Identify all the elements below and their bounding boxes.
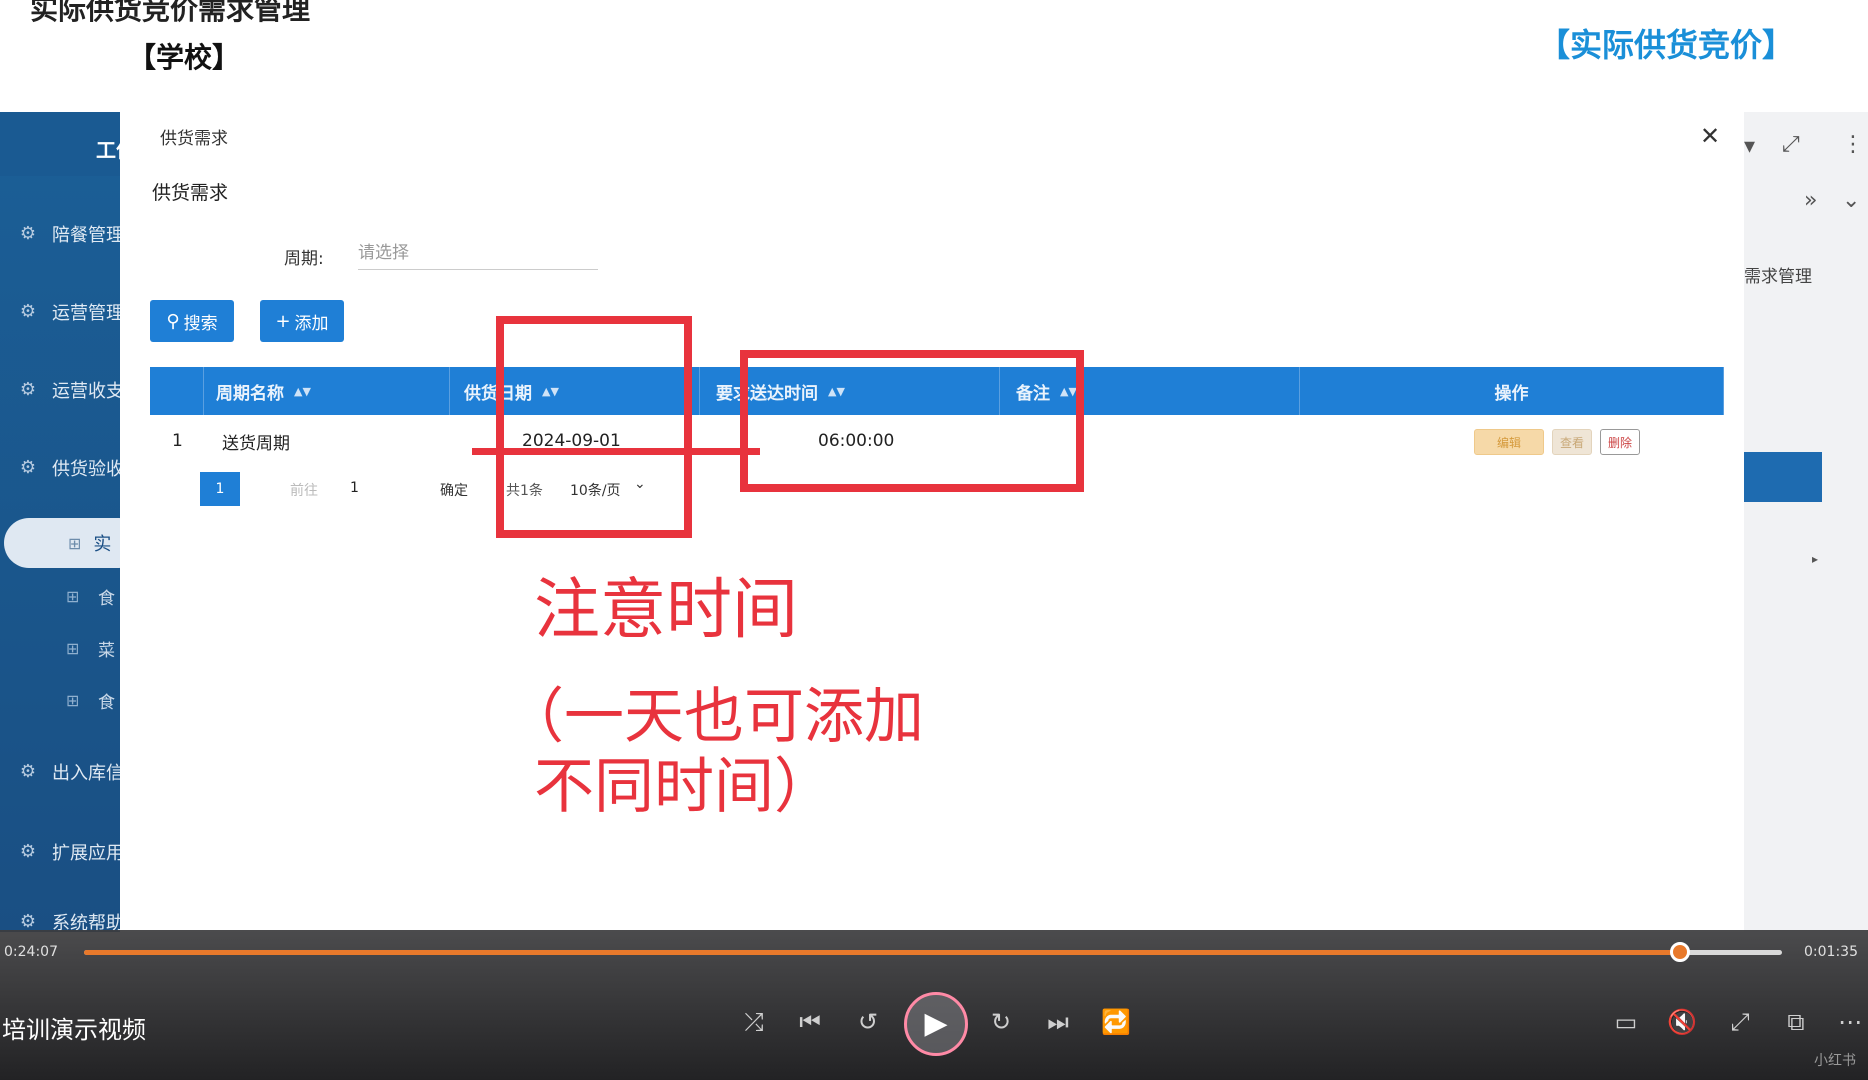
background-right-panel: ▾ ⤢ ⋮ » ⌄ 需求管理 ▸ — [1744, 112, 1868, 932]
sidebar-item-finance[interactable]: ⚙ 运营收支 — [0, 370, 134, 410]
pip-icon[interactable]: ⧉ — [1776, 1008, 1816, 1036]
add-button[interactable]: + 添加 — [260, 300, 344, 342]
fullscreen-icon[interactable]: ⤢ — [1782, 132, 1800, 157]
shuffle-icon[interactable]: ⤮ — [734, 1008, 774, 1036]
annotation-main-text: 注意时间 — [534, 571, 798, 648]
sidebar-subitem[interactable]: ⊞ 食 — [0, 576, 134, 616]
sidebar-item-active[interactable]: ⊞ 实 — [4, 518, 134, 568]
section-caption: 【实际供货竞价】 — [1537, 26, 1794, 64]
goto-page-input[interactable]: 1 — [350, 480, 359, 496]
sidebar-header: 工作 — [0, 112, 134, 176]
time-elapsed: 0:24:07 — [4, 944, 58, 960]
goto-label: 前往 — [290, 483, 318, 499]
sidebar-item-help[interactable]: ⚙ 系统帮助 — [0, 902, 134, 933]
repeat-off-icon[interactable]: 🔁 — [1096, 1008, 1136, 1036]
section-title: 供货需求 — [152, 182, 229, 204]
watermark: 小红书 — [1814, 1053, 1856, 1069]
video-title: 培训演示视频 — [2, 1016, 146, 1044]
more-icon[interactable]: ⋯ — [1830, 1008, 1868, 1036]
gear-icon: ⚙ — [19, 301, 37, 322]
sidebar-subitem-label: 食 — [98, 588, 115, 609]
search-icon: ⚲ — [166, 310, 180, 332]
active-row-highlight — [1744, 452, 1822, 502]
supply-demand-dialog: 供货需求 ✕ 供货需求 周期: ⚲ 搜索 + 添加 周期名称 ▲▼ 供货日期 ▲… — [120, 112, 1744, 932]
sidebar-item-label: 出入库信 — [52, 763, 124, 784]
search-button[interactable]: ⚲ 搜索 — [150, 300, 234, 342]
gear-icon: ⚙ — [19, 911, 37, 932]
next-icon[interactable]: ⏭ — [1038, 1008, 1078, 1036]
plus-icon: + — [275, 310, 291, 332]
sort-icon[interactable]: ▲▼ — [294, 385, 311, 398]
previous-icon[interactable]: ⏮ — [790, 1008, 830, 1036]
more-icon[interactable]: ⋮ — [1842, 132, 1864, 157]
progress-handle[interactable] — [1670, 942, 1691, 962]
sidebar-item-label: 实 — [93, 534, 112, 555]
gear-icon: ⚙ — [19, 841, 37, 862]
sidebar-item-supply[interactable]: ⚙ 供货验收 — [0, 448, 134, 488]
caret-right-icon[interactable]: ▸ — [1812, 552, 1818, 566]
tab-demand-management[interactable]: 需求管理 — [1744, 262, 1812, 287]
gear-icon: ⚙ — [19, 761, 37, 782]
grid-icon: ⊞ — [68, 533, 82, 553]
sidebar-item-label: 供货验收 — [52, 459, 124, 480]
delete-button[interactable]: 删除 — [1600, 429, 1640, 455]
chevron-down-icon[interactable]: ⌄ — [1842, 188, 1860, 213]
sidebar: 工作 ⚙ 陪餐管理 ⚙ 运营管理 ⚙ 运营收支 ⚙ 供货验收 ⊞ 实 ⊞ 食 ⊞… — [0, 112, 134, 932]
sidebar-subitem[interactable]: ⊞ 食 — [0, 680, 134, 720]
sidebar-subitem-label: 食 — [98, 692, 115, 713]
grid-icon: ⊞ — [66, 586, 80, 606]
video-player-controls: 0:24:07 0:01:35 培训演示视频 ⤮ ⏮ ↺ ▶ ↻ ⏭ 🔁 ▭ 🔇… — [0, 930, 1868, 1080]
play-button[interactable]: ▶ — [904, 992, 968, 1056]
sidebar-item-operation[interactable]: ⚙ 运营管理 — [0, 292, 134, 332]
gear-icon: ⚙ — [19, 223, 37, 244]
column-header-actions: 操作 — [1300, 367, 1724, 415]
page-button-current[interactable]: 1 — [200, 472, 240, 506]
column-header-period-name[interactable]: 周期名称 ▲▼ — [204, 367, 450, 415]
search-button-label: 搜索 — [183, 313, 218, 334]
page-subtitle: 【学校】 — [128, 41, 241, 74]
page-title: 实际供货竞价需求管理 — [30, 0, 311, 26]
sidebar-item-label: 系统帮助 — [52, 913, 124, 932]
table-header-index — [150, 367, 204, 415]
period-select[interactable] — [358, 236, 598, 270]
period-filter-label: 周期: — [284, 249, 324, 269]
sidebar-subitem-label: 菜 — [98, 640, 115, 661]
highlight-box-supply-date — [496, 316, 692, 538]
annotation-note-line2: 不同时间） — [534, 752, 834, 822]
add-button-label: 添加 — [294, 313, 329, 334]
subtitles-icon[interactable]: ▭ — [1606, 1008, 1646, 1036]
view-button[interactable]: 查看 — [1552, 429, 1592, 455]
rewind-10-icon[interactable]: ↺ — [848, 1008, 888, 1036]
edit-button[interactable]: 编辑 — [1474, 429, 1544, 455]
forward-30-icon[interactable]: ↻ — [981, 1008, 1021, 1036]
highlight-connector-line — [472, 448, 760, 455]
gear-icon: ⚙ — [19, 379, 37, 400]
sidebar-item-label: 陪餐管理 — [52, 225, 124, 246]
time-remaining: 0:01:35 — [1804, 944, 1858, 960]
highlight-box-delivery-time — [740, 350, 1084, 492]
goto-confirm-button[interactable]: 确定 — [440, 480, 468, 500]
sidebar-item-extensions[interactable]: ⚙ 扩展应用 — [0, 832, 134, 872]
progress-fill — [84, 950, 1681, 955]
gear-icon: ⚙ — [19, 457, 37, 478]
dropdown-caret-icon[interactable]: ▾ — [1744, 134, 1755, 159]
sidebar-item-inventory[interactable]: ⚙ 出入库信 — [0, 752, 134, 792]
sidebar-item-label: 运营管理 — [52, 303, 124, 324]
expand-icon[interactable]: ⤢ — [1720, 1008, 1760, 1036]
dialog-title: 供货需求 — [160, 129, 228, 149]
mute-icon[interactable]: 🔇 — [1662, 1008, 1702, 1036]
grid-icon: ⊞ — [66, 690, 80, 710]
grid-icon: ⊞ — [66, 638, 80, 658]
sidebar-item-label: 运营收支 — [52, 381, 124, 402]
cell-period-name: 送货周期 — [222, 433, 290, 454]
progress-bar[interactable] — [84, 942, 1782, 962]
close-icon[interactable]: ✕ — [1700, 122, 1720, 150]
sidebar-subitem[interactable]: ⊞ 菜 — [0, 628, 134, 668]
row-index: 1 — [172, 431, 183, 451]
double-chevron-right-icon[interactable]: » — [1804, 188, 1817, 213]
sidebar-item-label: 扩展应用 — [52, 843, 124, 864]
sidebar-item-meal[interactable]: ⚙ 陪餐管理 — [0, 214, 134, 254]
